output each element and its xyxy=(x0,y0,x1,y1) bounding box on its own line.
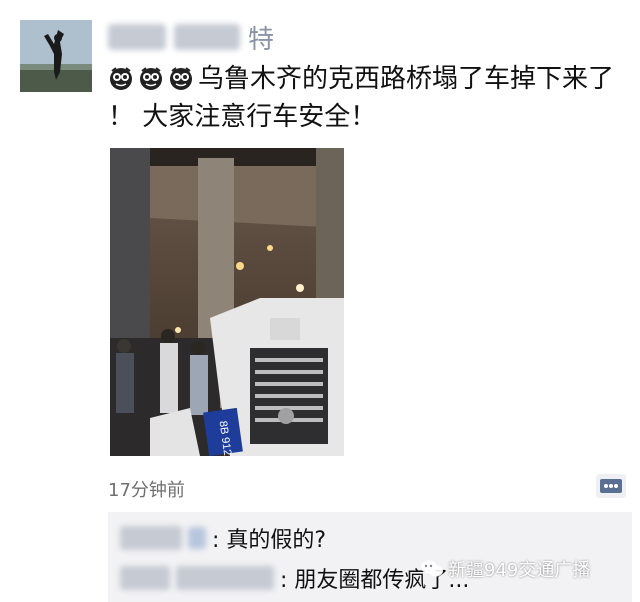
comment-text: : 真的假的? xyxy=(212,528,327,553)
more-dots-icon xyxy=(600,479,622,493)
avatar[interactable] xyxy=(20,20,92,92)
commenter-name-blur xyxy=(176,566,274,590)
author-name[interactable]: 特 xyxy=(108,20,275,55)
comment-item[interactable]: : 朋友圈都传疯了... xyxy=(120,562,469,594)
author-name-blur xyxy=(108,24,166,50)
post-photo[interactable]: 8B 9122 xyxy=(110,148,344,456)
post-text-line1: 乌鲁木齐的克西路桥塌了车掉下来了 xyxy=(198,64,615,94)
post-timestamp: 17分钟前 xyxy=(108,480,185,501)
face-emoji-icon xyxy=(168,65,194,100)
face-emoji-icon xyxy=(108,65,134,100)
watermark-text: 新疆949交通广播 xyxy=(448,560,591,581)
post-text-line2: ！ 大家注意行车安全！ xyxy=(108,102,377,132)
face-emoji-icon xyxy=(138,65,164,100)
commenter-name-blur xyxy=(120,566,170,590)
commenter-name-blur xyxy=(188,527,206,549)
watermark: 新疆949交通广播 xyxy=(420,556,590,582)
comment-item[interactable]: : 真的假的? xyxy=(120,522,326,554)
author-name-suffix: 特 xyxy=(248,24,275,55)
post-text: 乌鲁木齐的克西路桥塌了车掉下来了 ！ 大家注意行车安全！ xyxy=(108,62,628,134)
photo-image: 8B 9122 xyxy=(110,148,344,456)
comment-button[interactable] xyxy=(596,474,626,498)
author-name-blur xyxy=(174,24,240,50)
wechat-icon xyxy=(421,560,443,577)
commenter-name-blur xyxy=(120,526,182,550)
avatar-image xyxy=(20,20,92,92)
